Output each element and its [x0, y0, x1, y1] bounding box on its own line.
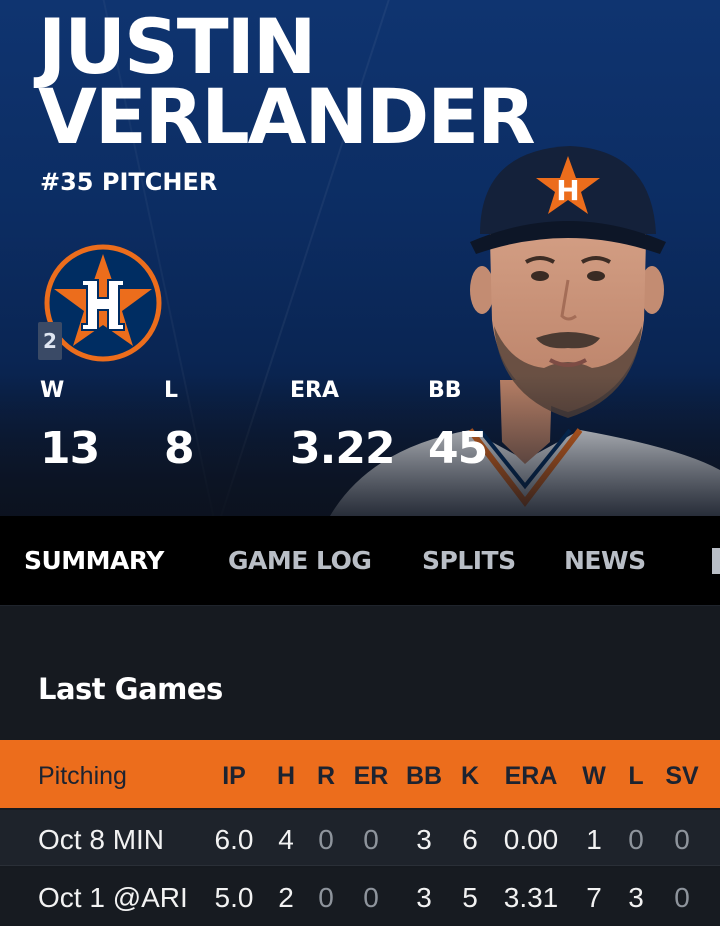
table-header: Pitching IP H R ER BB K ERA W L SV [0, 740, 720, 808]
player-number-position: #35 PITCHER [40, 168, 218, 196]
tab-news[interactable]: NEWS [564, 546, 646, 575]
section-title: Last Games [38, 672, 223, 706]
cell-era: 0.00 [503, 824, 559, 855]
stat-value: 8 [164, 423, 195, 474]
col-r: R [316, 762, 336, 790]
cell-sv: 0 [674, 882, 690, 913]
cell-k: 6 [462, 824, 478, 855]
tab-overflow-indicator[interactable] [712, 548, 720, 574]
tab-splits[interactable]: SPLITS [422, 546, 516, 575]
table-row[interactable]: Oct 1 @ARI 5.0 2 0 0 3 5 3.31 7 3 0 [0, 868, 720, 924]
col-er: ER [353, 762, 389, 790]
cell-er: 0 [363, 824, 379, 855]
cell-k: 5 [462, 882, 478, 913]
col-h: H [276, 762, 296, 790]
col-pitching: Pitching [38, 762, 127, 790]
tab-bar: SUMMARY GAME LOG SPLITS NEWS [0, 516, 720, 606]
cell-era: 3.31 [503, 882, 559, 913]
col-k: K [460, 762, 480, 790]
tab-game-log[interactable]: GAME LOG [228, 546, 372, 575]
cell-bb: 3 [416, 824, 432, 855]
col-l: L [628, 762, 644, 790]
tab-summary[interactable]: SUMMARY [24, 546, 164, 575]
stat-walks: BB 45 [428, 378, 488, 474]
cell-l: 3 [628, 882, 644, 913]
stat-label: BB [428, 378, 462, 403]
cell-ip: 5.0 [214, 882, 254, 913]
cell-er: 0 [363, 882, 379, 913]
stat-value: 45 [428, 423, 488, 474]
stat-era: ERA 3.22 [290, 378, 396, 474]
cell-h: 2 [278, 882, 294, 913]
cell-h: 4 [278, 824, 294, 855]
col-sv: SV [665, 762, 699, 790]
stat-label: W [40, 378, 65, 403]
cell-w: 7 [586, 882, 602, 913]
col-bb: BB [405, 762, 443, 790]
cell-ip: 6.0 [214, 824, 254, 855]
cell-w: 1 [586, 824, 602, 855]
stat-label: ERA [290, 378, 339, 403]
cell-l: 0 [628, 824, 644, 855]
stat-label: L [164, 378, 179, 403]
stat-value: 3.22 [290, 423, 396, 474]
stat-value: 13 [40, 423, 100, 474]
player-name: JUSTIN VERLANDER [38, 9, 536, 161]
cell-game: Oct 8 MIN [38, 824, 165, 855]
table-row[interactable]: Oct 8 MIN 6.0 4 0 0 3 6 0.00 1 0 0 [0, 810, 720, 866]
player-header: H JUSTIN VERLANDER #35 PITCHER 2 W 13 L … [0, 0, 720, 516]
logo-badge: 2 [38, 322, 62, 360]
svg-text:H: H [556, 174, 579, 207]
cell-r: 0 [318, 882, 334, 913]
cell-r: 0 [318, 824, 334, 855]
cell-sv: 0 [674, 824, 690, 855]
col-era: ERA [504, 762, 558, 790]
col-w: W [582, 762, 606, 790]
player-last-name: VERLANDER [38, 72, 536, 161]
cell-bb: 3 [416, 882, 432, 913]
stat-losses: L 8 [164, 378, 195, 474]
cell-game: Oct 1 @ARI [38, 882, 188, 913]
col-ip: IP [222, 762, 246, 790]
stat-wins: W 13 [40, 378, 100, 474]
